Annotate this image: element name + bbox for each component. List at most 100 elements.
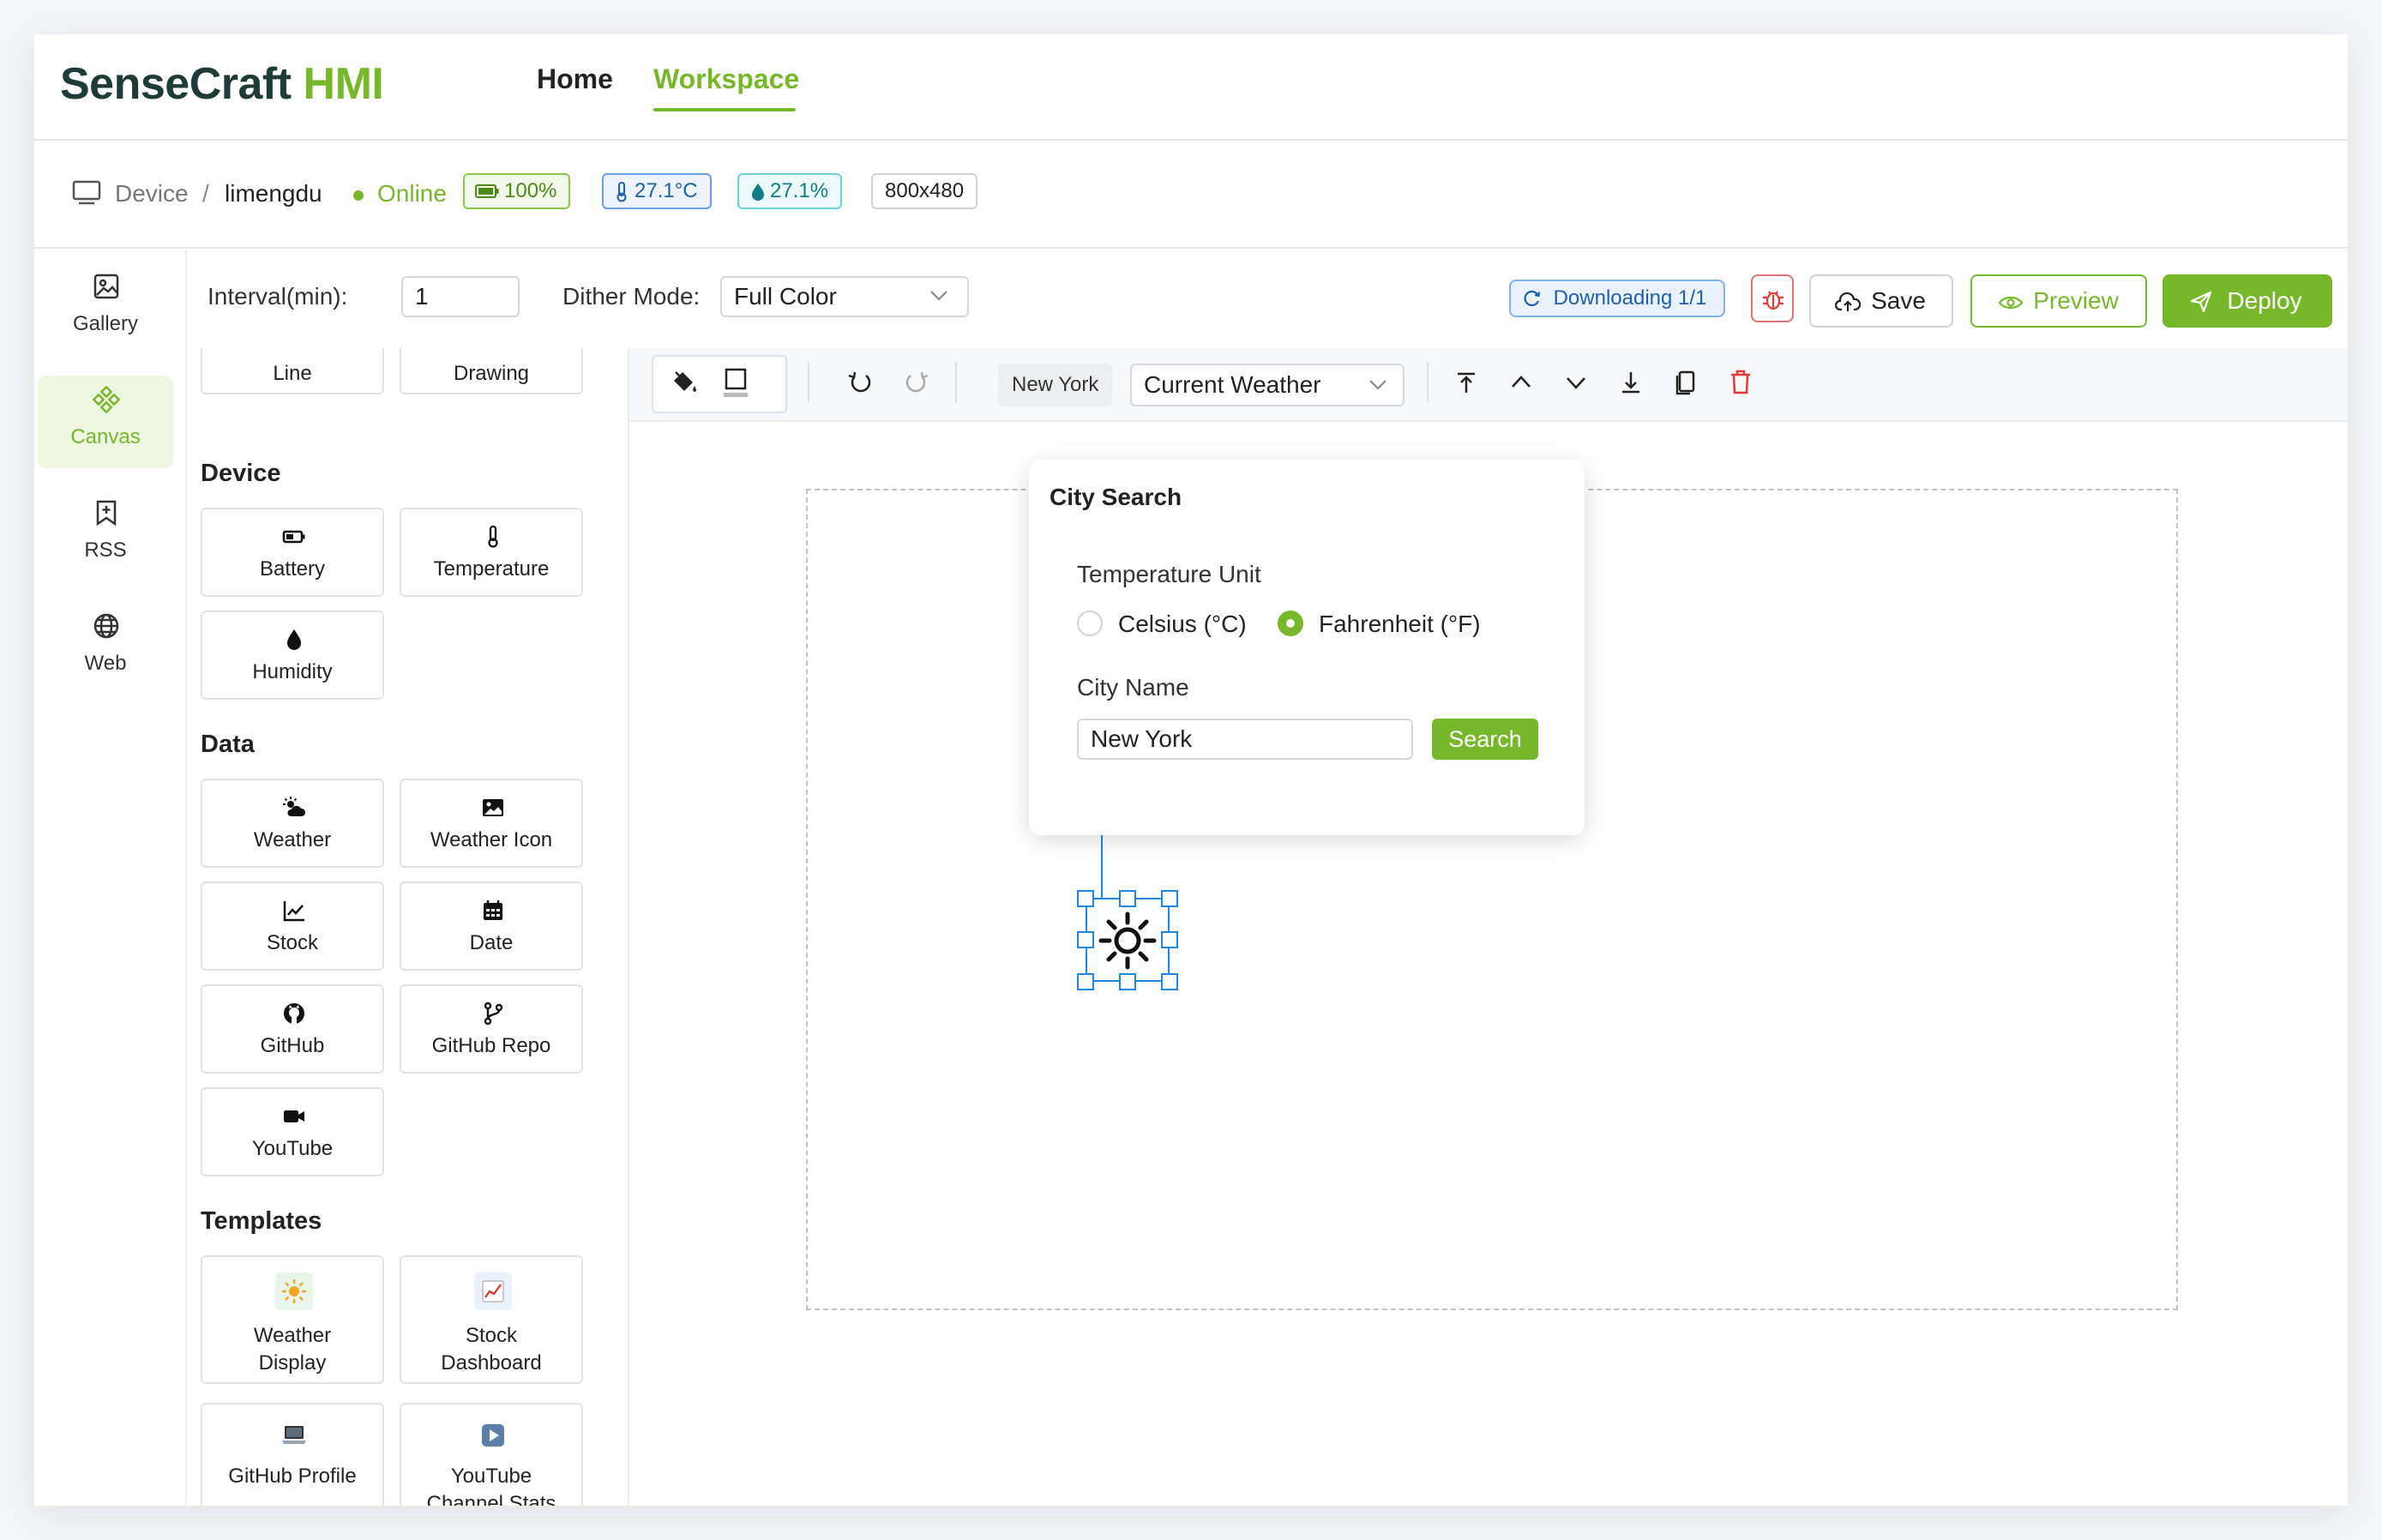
component-panel: Line Drawing Device Battery Temperature … (189, 348, 636, 1506)
component-humidity[interactable]: Humidity (201, 611, 384, 700)
move-up-icon[interactable] (1504, 365, 1538, 400)
city-chip[interactable]: New York (998, 364, 1113, 406)
cloud-upload-icon (1835, 292, 1861, 311)
chevron-down-icon (1369, 380, 1386, 390)
search-button[interactable]: Search (1432, 719, 1538, 760)
resize-handle-s[interactable] (1119, 973, 1136, 990)
sidebar-item-rss[interactable]: RSS (38, 489, 173, 581)
weather-mode-select[interactable]: Current Weather (1130, 364, 1405, 406)
sidebar-item-web[interactable]: Web (38, 602, 173, 695)
paint-bucket-icon[interactable] (667, 365, 701, 400)
send-to-back-icon[interactable] (1614, 365, 1648, 400)
sidebar-item-canvas[interactable]: Canvas (38, 376, 173, 468)
component-line[interactable]: Line (201, 348, 384, 394)
component-github[interactable]: GitHub (201, 984, 384, 1074)
eye-icon (1998, 296, 2024, 310)
component-label: GitHub (260, 1034, 325, 1057)
logo-text-accent: HMI (303, 59, 384, 109)
template-label-line1: Weather (253, 1324, 332, 1347)
component-label: Battery (259, 557, 326, 581)
move-down-icon[interactable] (1559, 365, 1593, 400)
fahrenheit-radio[interactable] (1278, 611, 1303, 636)
preview-button[interactable]: Preview (1970, 274, 2147, 328)
interval-input[interactable]: 1 (401, 276, 520, 317)
component-date[interactable]: Date (400, 881, 583, 971)
city-search-popover: City Search Temperature Unit Celsius (°C… (1029, 460, 1585, 835)
component-github-repo[interactable]: GitHub Repo (400, 984, 583, 1074)
breadcrumb-device[interactable]: Device (115, 180, 189, 208)
popover-title: City Search (1050, 484, 1182, 510)
component-label: Humidity (252, 660, 333, 683)
downloading-text: Downloading 1/1 (1553, 286, 1707, 310)
temperature-unit-label: Temperature Unit (1077, 561, 1261, 587)
video-camera-icon (284, 1110, 304, 1122)
resize-handle-nw[interactable] (1077, 890, 1094, 907)
component-drawing[interactable]: Drawing (400, 348, 583, 394)
play-emoji-icon (482, 1424, 504, 1447)
template-github-profile[interactable]: GitHub Profile (201, 1403, 384, 1506)
resize-handle-n[interactable] (1119, 890, 1136, 907)
template-youtube-channel-stats[interactable]: YouTube Channel Stats (400, 1403, 583, 1506)
sidebar-item-gallery[interactable]: Gallery (38, 262, 173, 355)
monitor-icon (72, 180, 101, 205)
component-temperature[interactable]: Temperature (400, 508, 583, 597)
toolbar-separator (955, 362, 957, 403)
component-youtube[interactable]: YouTube (201, 1087, 384, 1176)
component-label: GitHub Repo (431, 1034, 551, 1057)
template-label-line2: Dashboard (441, 1351, 542, 1375)
nav-home[interactable]: Home (537, 63, 613, 95)
humidity-badge: 27.1% (737, 173, 843, 209)
dither-label: Dither Mode: (562, 283, 701, 310)
temperature-badge: 27.1°C (602, 173, 712, 209)
celsius-label[interactable]: Celsius (°C) (1118, 611, 1247, 638)
deploy-button[interactable]: Deploy (2162, 274, 2332, 328)
resize-handle-sw[interactable] (1077, 973, 1094, 990)
component-label: Line (273, 362, 312, 385)
sidebar-item-label: Canvas (70, 425, 141, 448)
template-stock-dashboard[interactable]: Stock Dashboard (400, 1255, 583, 1384)
resize-handle-w[interactable] (1077, 931, 1094, 948)
fahrenheit-label[interactable]: Fahrenheit (°F) (1319, 611, 1481, 638)
battery-icon (282, 530, 305, 544)
component-battery[interactable]: Battery (201, 508, 384, 597)
globe-icon (93, 613, 119, 639)
redo-icon[interactable] (899, 365, 933, 400)
component-label: YouTube (251, 1137, 334, 1160)
battery-value: 100% (504, 179, 557, 202)
component-weather-icon[interactable]: Weather Icon (400, 779, 583, 868)
resize-handle-se[interactable] (1161, 973, 1178, 990)
device-bar: Device / limengdu Online 100% 27.1°C 27.… (34, 142, 2348, 249)
component-label: Stock (266, 931, 319, 954)
component-weather[interactable]: Weather (201, 779, 384, 868)
template-label-line1: GitHub Profile (228, 1465, 357, 1488)
nav-workspace[interactable]: Workspace (653, 63, 799, 95)
undo-icon[interactable] (844, 365, 878, 400)
delete-icon[interactable] (1723, 365, 1758, 400)
droplet-icon (287, 629, 301, 650)
resize-handle-ne[interactable] (1161, 890, 1178, 907)
sidebar-item-label: Gallery (72, 312, 139, 335)
component-stock[interactable]: Stock (201, 881, 384, 971)
template-label-line2: Display (258, 1351, 327, 1375)
calendar-icon (484, 900, 502, 920)
bring-to-front-icon[interactable] (1449, 365, 1483, 400)
duplicate-icon[interactable] (1669, 365, 1703, 400)
resize-handle-e[interactable] (1161, 931, 1178, 948)
celsius-radio[interactable] (1077, 611, 1103, 636)
toolbar-separator (1427, 362, 1429, 403)
city-name-input[interactable]: New York (1077, 719, 1413, 760)
sync-icon (1524, 290, 1541, 307)
app-logo[interactable]: SenseCraft HMI (60, 58, 384, 110)
section-title-device: Device (201, 460, 281, 487)
sidebar-item-label: Web (84, 652, 127, 675)
image-icon (483, 799, 503, 816)
dither-mode-value: Full Color (734, 283, 837, 310)
template-weather-display[interactable]: Weather Display (201, 1255, 384, 1384)
top-header: SenseCraft HMI Home Workspace (34, 34, 2348, 141)
save-button[interactable]: Save (1809, 274, 1953, 328)
stroke-square-icon[interactable] (719, 365, 753, 400)
dither-mode-select[interactable]: Full Color (720, 276, 969, 317)
bug-icon (1763, 291, 1783, 310)
sun-icon[interactable] (1098, 911, 1158, 971)
debug-button[interactable] (1751, 274, 1794, 322)
